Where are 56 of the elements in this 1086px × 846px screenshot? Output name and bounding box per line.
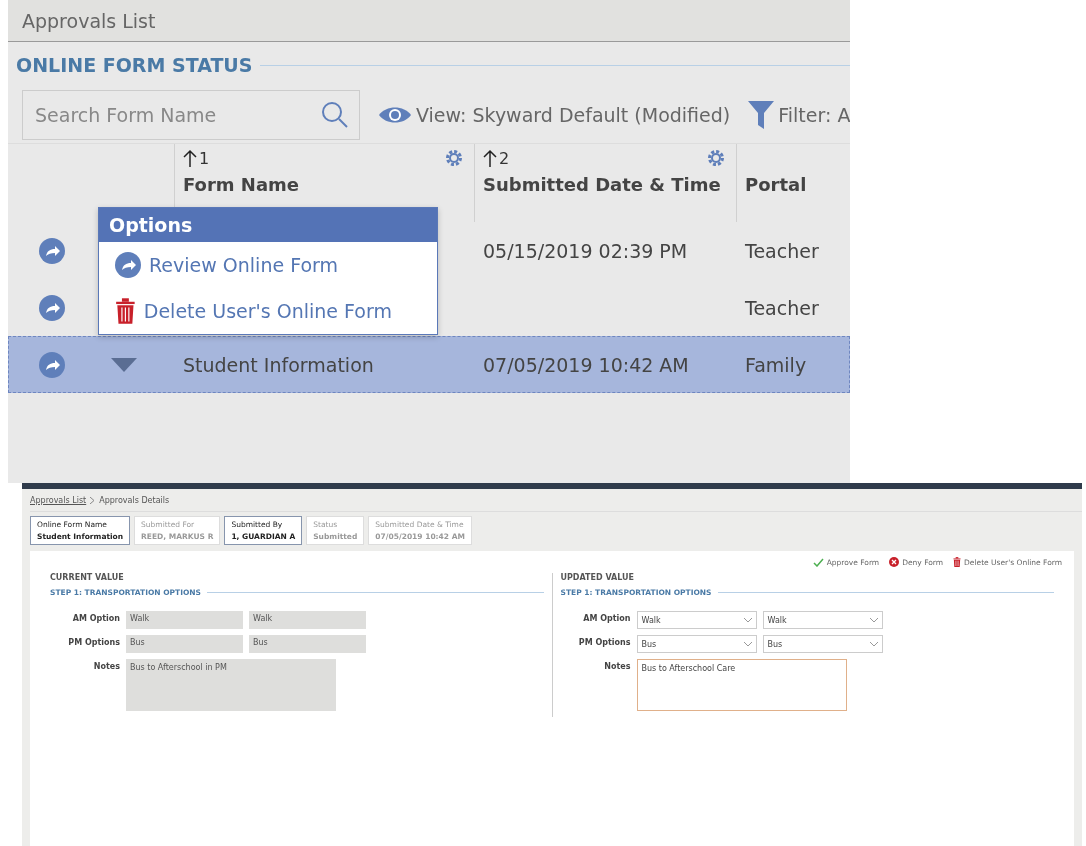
select-field[interactable]: Bus bbox=[762, 635, 883, 653]
page-title: Approvals List bbox=[8, 0, 850, 42]
chevron-down-icon bbox=[869, 641, 878, 647]
view-button[interactable]: View: Skyward Default (Modified) bbox=[378, 104, 731, 126]
trash-icon bbox=[953, 557, 962, 567]
funnel-icon bbox=[748, 101, 775, 129]
menu-item[interactable]: Review Online Form bbox=[99, 242, 437, 288]
search-field[interactable]: Search Form Name bbox=[22, 90, 360, 140]
field-label: Notes bbox=[603, 661, 631, 671]
table-cell-text: Teacher bbox=[744, 296, 820, 319]
select-field[interactable]: Bus bbox=[636, 635, 757, 653]
up-arrow-icon bbox=[483, 149, 497, 167]
table-cell-text: 05/15/2019 02:39 PM bbox=[482, 239, 689, 262]
notes-field: Bus to Afterschool in PM bbox=[126, 659, 336, 711]
column-header[interactable]: Portal bbox=[745, 174, 843, 195]
chevron-down-icon bbox=[743, 617, 752, 623]
panel-title: CURRENT VALUE bbox=[50, 573, 125, 582]
select-field[interactable]: Walk bbox=[636, 611, 757, 629]
gear-icon[interactable] bbox=[444, 148, 464, 168]
breadcrumb-link[interactable]: Approvals List bbox=[30, 495, 87, 505]
column-header[interactable]: Form Name bbox=[183, 174, 466, 195]
field-label: Notes bbox=[92, 661, 120, 671]
gear-icon[interactable] bbox=[706, 148, 726, 168]
field-label: PM Options bbox=[577, 637, 631, 647]
chevron-down-icon bbox=[869, 617, 878, 623]
sort-indicator[interactable]: 2 bbox=[483, 146, 728, 170]
table-cell-text: 07/05/2019 10:42 AM bbox=[482, 353, 690, 376]
menu-title: Options bbox=[99, 208, 437, 242]
chevron-right-icon bbox=[90, 496, 96, 504]
checkmark-icon bbox=[812, 557, 824, 567]
field-label: AM Option bbox=[71, 613, 120, 623]
deny-x-icon bbox=[889, 557, 900, 567]
search-input[interactable]: Search Form Name bbox=[33, 103, 321, 127]
filter-button[interactable]: Filter: A bbox=[748, 101, 850, 129]
table-cell-text: Teacher bbox=[744, 239, 820, 262]
up-arrow-icon bbox=[183, 149, 197, 167]
section-title: ONLINE FORM STATUS bbox=[16, 54, 253, 76]
column-header[interactable]: Submitted Date & Time bbox=[483, 174, 728, 195]
table-cell-text: Student Information bbox=[182, 353, 375, 376]
search-icon[interactable] bbox=[321, 101, 349, 129]
readonly-field: Walk bbox=[249, 611, 366, 629]
trash-icon bbox=[115, 298, 136, 324]
table-cell-text: Family bbox=[744, 353, 808, 376]
select-field[interactable]: Walk bbox=[762, 611, 883, 629]
readonly-field: Walk bbox=[126, 611, 243, 629]
menu-item[interactable]: Delete User's Online Form bbox=[99, 288, 437, 334]
sort-indicator[interactable]: 1 bbox=[183, 146, 466, 170]
caret-down-icon[interactable] bbox=[111, 357, 137, 372]
breadcrumb-current: Approvals Details bbox=[99, 495, 170, 505]
field-label: AM Option bbox=[582, 613, 631, 623]
readonly-field: Bus bbox=[126, 635, 243, 653]
chevron-down-icon bbox=[743, 641, 752, 647]
panel-title: UPDATED VALUE bbox=[560, 573, 636, 582]
notes-field[interactable]: Bus to Afterschool Care bbox=[636, 659, 847, 711]
field-label: PM Options bbox=[67, 637, 120, 647]
readonly-field: Bus bbox=[249, 635, 366, 653]
